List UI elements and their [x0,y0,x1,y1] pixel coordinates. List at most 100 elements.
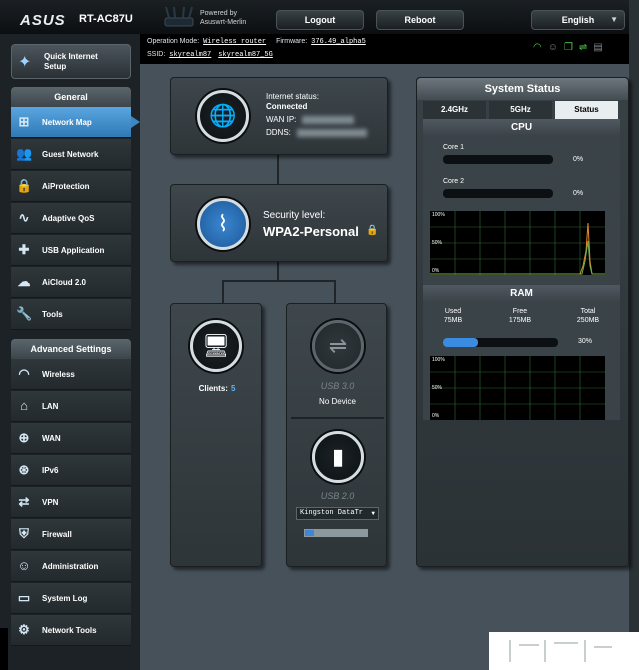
wan-ip-redacted [302,115,355,124]
router-panel[interactable]: ⌇ Security level: WPA2-Personal 🔒 [170,184,388,262]
footer-watermark [489,632,639,670]
usb-divider [291,417,384,419]
ram-graph-grid [430,356,605,420]
sidebar-item-label: System Log [42,594,88,603]
ssid-link-1[interactable]: skyrealm87 [169,51,211,59]
connector-line [222,280,336,282]
router-icon[interactable]: ⌇ [197,198,249,250]
clients-panel[interactable]: 🖥 Clients: 5 [170,303,262,567]
ram-usage-bar [443,338,558,347]
sidebar-item-aiprotection[interactable]: 🔒 AiProtection [11,171,131,202]
usb2-device-select[interactable]: Kingston DataTr ▼ [296,507,379,520]
status-icons: ◠ ☺ ❐ ⇌ ▤ [533,42,603,54]
sidebar-item-label: Firewall [42,530,72,539]
connector-line [222,280,224,303]
usb3-label: USB 3.0 [320,381,355,391]
ram-head: RAM [423,285,620,303]
qis-label-line-2: Setup [44,62,67,71]
usb-icon[interactable]: ⇌ [312,320,364,372]
sidebar-item-wireless[interactable]: ◠ Wireless [11,359,131,390]
security-level-value: WPA2-Personal [263,224,359,239]
monitor-icon[interactable]: 🖥 [190,320,242,372]
logout-button[interactable]: Logout [276,10,364,30]
usb3-device-status: No Device [319,397,356,406]
router-admin-app: ASUS RT-AC87U Powered by Asuswrt-Merlin … [0,0,639,670]
sidebar-item-system-log[interactable]: ▭ System Log [11,583,131,614]
home-icon: ⌂ [20,398,28,413]
printer-icon[interactable]: ▤ [593,42,602,54]
qos-icon: ∿ [18,210,30,225]
language-select[interactable]: English ▼ [531,10,625,30]
sidebar-item-guest-network[interactable]: 👥 Guest Network [11,139,131,170]
firmware-link[interactable]: 376.49_alpha5 [311,38,366,46]
powered-by-firmware: Asuswrt-Merlin [200,19,247,26]
globe-icon: ⊕ [18,430,30,445]
sidebar-item-tools[interactable]: 🔧 Tools [11,299,131,330]
sidebar-item-label: LAN [42,402,59,411]
sidebar-item-label: USB Application [42,246,105,255]
sidebar-item-administration[interactable]: ☺ Administration [11,551,131,582]
reboot-button[interactable]: Reboot [376,10,464,30]
clients-count[interactable]: 5 [231,384,235,393]
mode-bar: Operation Mode: Wireless router Firmware… [140,34,629,64]
quick-internet-setup-button[interactable]: ✦ Quick Internet Setup [11,44,131,79]
operation-mode-link[interactable]: Wireless router [203,38,266,46]
sidebar-item-network-map[interactable]: ⊞ Network Map [11,107,140,138]
admin-icon: ☺ [17,558,31,573]
core-2-label: Core 2 [443,178,465,185]
ipv6-icon: ⊛ [18,462,30,477]
ssid-link-2[interactable]: skyrealm87_5G [218,51,273,59]
sidebar-item-aicloud[interactable]: ☁ AiCloud 2.0 [11,267,131,298]
connector-line [334,280,336,303]
cloud-icon: ☁ [17,274,31,289]
ddns-redacted [296,128,367,137]
cpu-head: CPU [423,119,620,137]
powered-by: Powered by Asuswrt-Merlin [200,9,246,27]
internet-status-panel[interactable]: 🌐 Internet status: Connected WAN IP: DDN… [170,77,388,155]
internet-status-value: Connected [266,101,307,113]
globe-icon[interactable]: 🌐 [197,90,249,142]
sidebar-item-usb-application[interactable]: ✚ USB Application [11,235,131,266]
sidebar-item-ipv6[interactable]: ⊛ IPv6 [11,455,131,486]
sidebar-item-wan[interactable]: ⊕ WAN [11,423,131,454]
sidebar-item-network-tools[interactable]: ⚙ Network Tools [11,615,131,646]
advanced-section-head: Advanced Settings [11,339,131,359]
wan-ip-label: WAN IP: [266,115,297,124]
lock-icon: 🔒 [366,225,379,236]
qis-label: Quick Internet Setup [44,52,98,72]
sidebar-item-firewall[interactable]: ⛨ Firewall [11,519,131,550]
wifi-icon[interactable]: ◠ [533,42,542,54]
shield-icon: ⛨ [19,526,29,541]
ram-percent: 30% [578,338,593,345]
usb-panel: ⇌ USB 3.0 No Device ▮ USB 2.0 Kingston D… [286,303,387,567]
system-status-title: System Status [417,78,628,100]
operation-mode-label: Operation Mode: [147,38,200,45]
sidebar: ✦ Quick Internet Setup General ⊞ Network… [0,34,140,670]
sidebar-item-label: WAN [42,434,61,443]
usb-drive-icon[interactable]: ▮ [312,431,364,483]
qis-label-line-1: Quick Internet [44,52,98,61]
user-icon[interactable]: ☺ [548,42,558,54]
sidebar-item-label: Network Tools [42,626,97,635]
sidebar-item-label: VPN [42,498,59,507]
ddns-label: DDNS: [266,128,291,137]
tab-5ghz[interactable]: 5GHz [489,101,552,119]
sidebar-item-label: Adaptive QoS [42,214,95,223]
cpu-graph: 100% 50% 0% [430,211,605,275]
core-2-percent: 0% [573,190,584,197]
usb2-usage-bar [304,529,368,537]
copy-icon[interactable]: ❐ [564,42,573,54]
connector-line [277,155,279,184]
tab-2-4ghz[interactable]: 2.4GHz [423,101,486,119]
ram-graph: 100% 50% 0% [430,356,605,420]
general-section-head: General [11,87,131,107]
sidebar-item-adaptive-qos[interactable]: ∿ Adaptive QoS [11,203,131,234]
network-map-icon: ⊞ [18,114,30,129]
sidebar-item-lan[interactable]: ⌂ LAN [11,391,131,422]
usb-icon[interactable]: ⇌ [579,42,587,54]
graph-tick-0: 0% [432,268,440,274]
firmware-label: Firmware: [276,38,308,45]
sidebar-item-vpn[interactable]: ⇄ VPN [11,487,131,518]
tab-status[interactable]: Status [555,101,618,119]
clients-label: Clients: [198,384,228,393]
